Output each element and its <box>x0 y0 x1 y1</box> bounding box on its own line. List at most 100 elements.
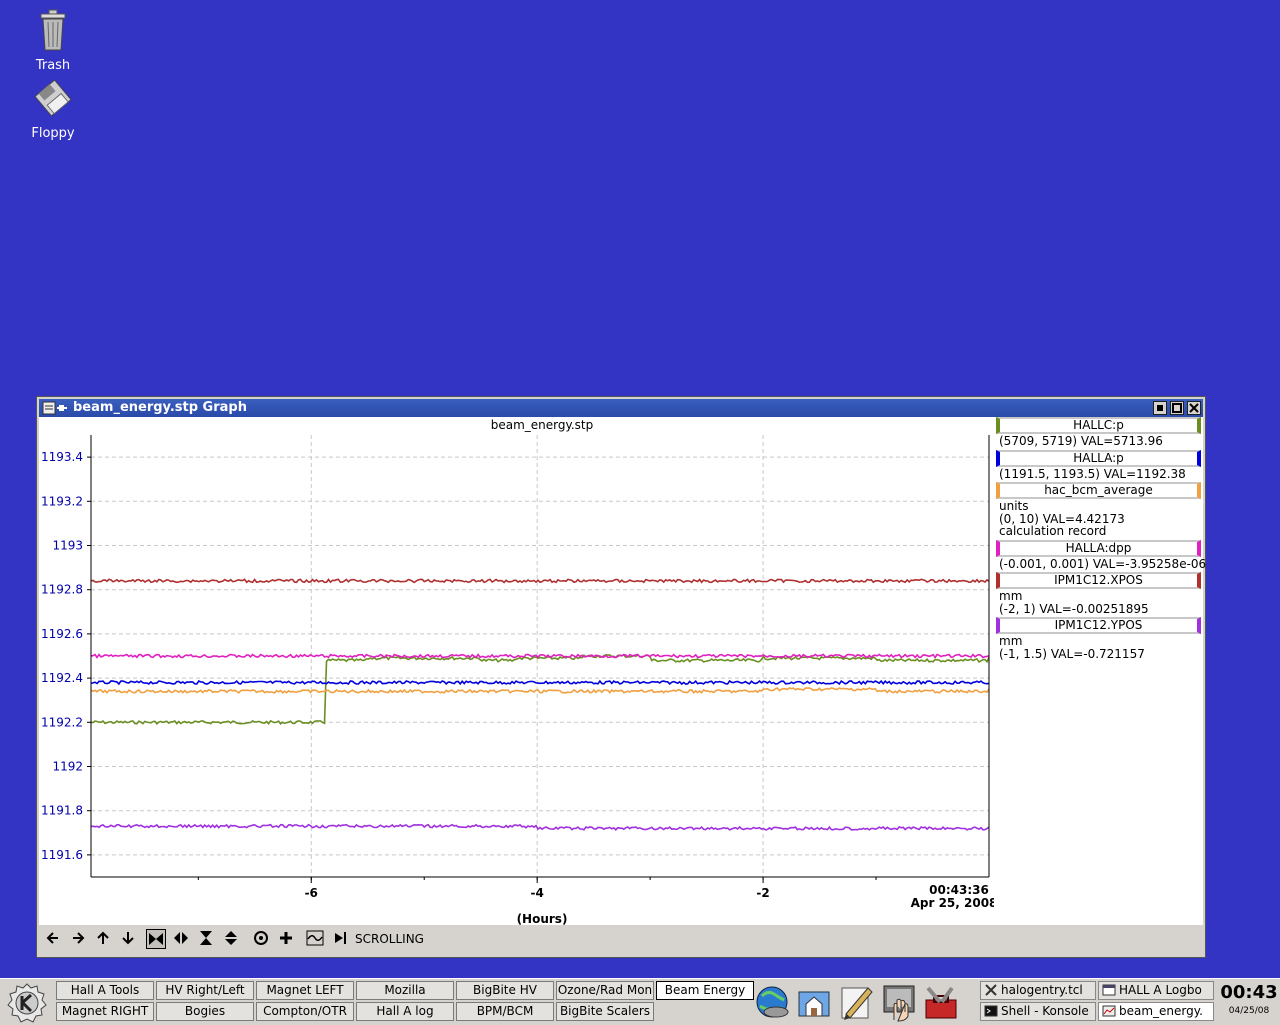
task-hall-a-logbook[interactable]: HALL A Logbo <box>1098 981 1214 1000</box>
target-icon <box>254 931 268 945</box>
zoom-out-x-icon <box>174 932 188 944</box>
plot-area[interactable]: beam_energy.stp 1193.4 1193.2 1193 1192.8 11… <box>39 417 994 925</box>
y-tick-label: 1193.4 <box>41 450 83 464</box>
taskbar-button-mozilla[interactable]: Mozilla <box>356 981 454 1000</box>
waveform-icon <box>306 930 324 946</box>
desktop-icon-label: Floppy <box>31 126 75 141</box>
desktop-icon-trash[interactable]: Trash <box>8 8 98 73</box>
y-tick-label: 1192 <box>52 760 83 774</box>
taskbar-button-ozone-rad-mon[interactable]: Ozone/Rad Mon <box>556 981 654 1000</box>
zoom-out-x-button[interactable] <box>171 929 191 949</box>
arrow-left-icon <box>46 932 58 944</box>
terminal-icon <box>984 1005 998 1017</box>
scroll-down-button[interactable] <box>118 929 138 949</box>
scroll-status: SCROLLING <box>355 932 424 946</box>
task-halogentry[interactable]: halogentry.tcl <box>980 981 1096 1000</box>
taskbar-button-bogies[interactable]: Bogies <box>156 1002 254 1021</box>
graph-icon <box>1102 1005 1116 1017</box>
legend-signal-name[interactable]: HALLA:dpp <box>996 539 1201 557</box>
kde-menu-icon[interactable] <box>2 981 52 1023</box>
taskbar-button-hall-a-tools[interactable]: Hall A Tools <box>56 981 154 1000</box>
zoom-in-x-icon <box>149 933 163 945</box>
task-shell-konsole[interactable]: Shell - Konsole <box>980 1002 1096 1021</box>
task-label: halogentry.tcl <box>1001 983 1083 997</box>
jump-to-end-icon <box>335 932 346 944</box>
series-line-hac-bcm-average <box>90 686 990 695</box>
maximize-icon <box>1172 403 1182 413</box>
series-line-halla-p <box>90 679 990 686</box>
plot-title: beam_energy.stp <box>491 418 594 432</box>
task-label: Shell - Konsole <box>1001 1004 1089 1018</box>
trash-icon <box>40 9 66 51</box>
legend-signal-info: mm <box>999 634 1023 648</box>
legend-signal-info: (0, 10) VAL=4.42173 <box>999 511 1125 526</box>
add-signal-button[interactable] <box>276 929 296 949</box>
zoom-out-y-icon <box>225 931 237 945</box>
floppy-icon <box>34 79 72 117</box>
zoom-in-y-button[interactable] <box>196 929 216 949</box>
screenshot-hand-icon[interactable] <box>880 982 918 1022</box>
taskbar-button-magnet-left[interactable]: Magnet LEFT <box>256 981 354 1000</box>
clock-time: 00:43 <box>1220 982 1278 1003</box>
legend-signal-name[interactable]: IPM1C12.YPOS <box>996 617 1201 634</box>
plot-mode-button[interactable] <box>305 929 325 949</box>
editor-pen-icon[interactable] <box>838 982 876 1022</box>
minimize-icon <box>1157 405 1163 411</box>
globe-icon[interactable] <box>754 982 792 1022</box>
y-tick-label: 1192.4 <box>41 671 83 685</box>
graph-toolbar: SCROLLING <box>39 927 1203 951</box>
legend-signal-info: (-2, 1) VAL=-0.00251895 <box>999 601 1149 616</box>
legend-signal-name[interactable]: HALLA:p <box>996 449 1201 467</box>
series-line-ipm1c12-ypos <box>90 823 990 831</box>
series-line-ipm1c12-xpos <box>90 578 990 584</box>
task-label: beam_energy. <box>1119 1004 1203 1018</box>
auto-scale-button[interactable] <box>251 929 271 949</box>
desktop-icon-floppy[interactable]: Floppy <box>8 76 98 141</box>
minimize-button[interactable] <box>1153 401 1167 415</box>
taskbar: Hall A Tools HV Right/Left Magnet LEFT Mozi… <box>0 978 1280 1025</box>
legend-signal-info: (1191.5, 1193.5) VAL=1192.38 <box>999 466 1186 481</box>
y-tick-label: 1192.8 <box>41 583 83 597</box>
home-folder-icon[interactable] <box>796 982 834 1022</box>
window-titlebar[interactable]: beam_energy.stp Graph <box>39 399 1203 417</box>
strip-chart[interactable]: beam_energy.stp 1193.4 1193.2 1193 1192.8 11… <box>39 417 994 925</box>
scroll-up-button[interactable] <box>93 929 113 949</box>
maximize-button[interactable] <box>1170 401 1184 415</box>
scroll-right-button[interactable] <box>68 929 88 949</box>
close-icon <box>1189 403 1199 413</box>
taskbar-button-beam-energy[interactable]: Beam Energy <box>656 981 754 1000</box>
zoom-out-y-button[interactable] <box>221 929 241 949</box>
scroll-mode-button[interactable] <box>330 929 350 949</box>
legend-panel: HALLC:p (5709, 5719) VAL=5713.96 HALLA:p (1… <box>994 417 1206 925</box>
taskbar-button-bigbite-scalers[interactable]: BigBite Scalers <box>556 1002 654 1021</box>
taskbar-button-compton-otr[interactable]: Compton/OTR <box>256 1002 354 1021</box>
arrow-down-icon <box>122 932 134 945</box>
legend-signal-name[interactable]: HALLC:p <box>996 417 1201 434</box>
clock[interactable]: 00:43 04/25/08 <box>1220 981 1278 1023</box>
x-tick-label: -4 <box>531 886 544 900</box>
taskbar-button-hv-right-left[interactable]: HV Right/Left <box>156 981 254 1000</box>
close-button[interactable] <box>1187 401 1201 415</box>
app-menu-icon[interactable] <box>42 401 68 415</box>
legend-signal-info: mm <box>999 589 1023 603</box>
toolbox-icon[interactable] <box>922 982 960 1022</box>
current-date-label: Apr 25, 2008 <box>911 896 994 910</box>
x-axis-label: (Hours) <box>517 912 568 925</box>
task-label: HALL A Logbo <box>1119 983 1202 997</box>
task-beam-energy[interactable]: beam_energy. <box>1098 1002 1214 1021</box>
legend-signal-name[interactable]: IPM1C12.XPOS <box>996 572 1201 589</box>
taskbar-button-bigbite-hv[interactable]: BigBite HV <box>456 981 554 1000</box>
zoom-in-x-button[interactable] <box>146 929 166 949</box>
series-line-hallc-p <box>90 653 990 725</box>
window-icon <box>1102 984 1116 996</box>
taskbar-button-hall-a-log[interactable]: Hall A log <box>356 1002 454 1021</box>
taskbar-button-magnet-right[interactable]: Magnet RIGHT <box>56 1002 154 1021</box>
graph-window: beam_energy.stp Graph beam_energy.stp 11… <box>36 396 1206 958</box>
legend-signal-name[interactable]: hac_bcm_average <box>996 482 1201 499</box>
taskbar-button-bpm-bcm[interactable]: BPM/BCM <box>456 1002 554 1021</box>
scroll-left-button[interactable] <box>43 929 63 949</box>
legend-signal-info: (5709, 5719) VAL=5713.96 <box>999 434 1163 448</box>
y-tick-label: 1192.6 <box>41 627 83 641</box>
arrow-right-icon <box>73 932 85 944</box>
y-tick-label: 1192.2 <box>41 715 83 729</box>
